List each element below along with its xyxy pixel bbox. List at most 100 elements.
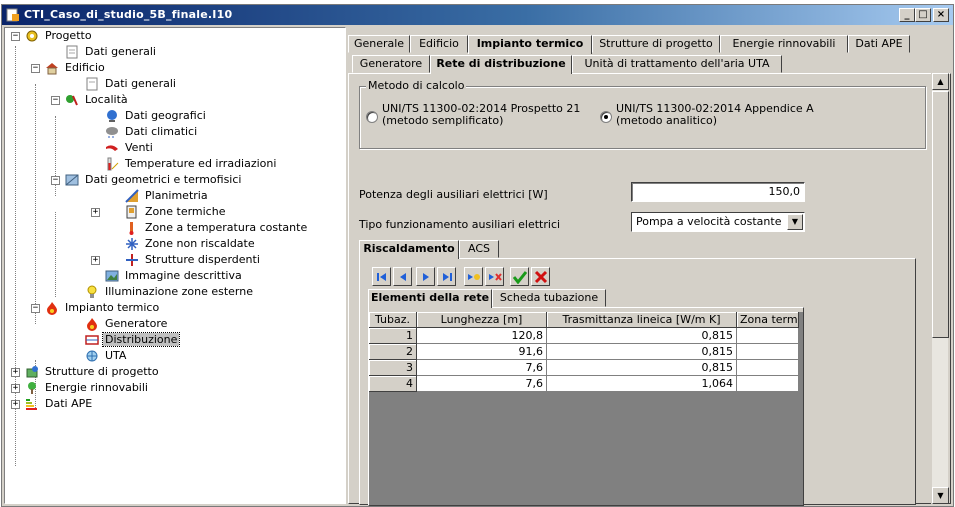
tipo-select-value: Pompa a velocità costante <box>636 215 782 228</box>
table-cell-trasmittanza[interactable]: 1,064 <box>547 376 737 392</box>
radio-metodo-analitico[interactable] <box>600 111 612 123</box>
tree-line <box>35 84 36 324</box>
renewable-icon <box>28 382 36 394</box>
table-cell-lunghezza[interactable]: 120,8 <box>417 328 547 344</box>
metodo-calcolo-legend: Metodo di calcolo <box>366 79 467 92</box>
collapse-toggle[interactable]: − <box>11 32 20 41</box>
table-cell-trasmittanza[interactable]: 0,815 <box>547 360 737 376</box>
client-area: − Progetto Dati generali − Edificio Dati… <box>2 25 953 506</box>
table-cell-trasmittanza[interactable]: 0,815 <box>547 344 737 360</box>
collapse-toggle[interactable]: − <box>31 304 40 313</box>
expand-toggle[interactable]: + <box>11 384 20 393</box>
snowflake-icon <box>126 238 138 250</box>
table-cell-lunghezza[interactable]: 7,6 <box>417 376 547 392</box>
minimize-button[interactable]: _ <box>899 8 915 22</box>
tab-dati-ape[interactable]: Dati APE <box>848 35 910 53</box>
planimetry-icon <box>125 189 139 203</box>
thermometer-icon <box>107 157 119 171</box>
checkmark-icon <box>513 271 527 284</box>
delete-record-button[interactable] <box>485 267 504 286</box>
fire-icon <box>47 302 57 315</box>
cross-icon <box>534 270 548 284</box>
radio-metodo-analitico-note: (metodo analitico) <box>616 114 718 127</box>
fan-icon <box>86 350 98 362</box>
table-row-index[interactable]: 2 <box>369 344 417 360</box>
radio-metodo-semplificato-note: (metodo semplificato) <box>382 114 504 127</box>
globe-icon <box>107 110 117 122</box>
first-icon <box>377 273 386 281</box>
expand-toggle[interactable]: + <box>11 368 20 377</box>
table-cell-zona[interactable] <box>737 376 799 392</box>
climate-icon <box>106 127 118 138</box>
tab-impianto-termico[interactable]: Impianto termico <box>468 35 592 54</box>
tipo-label: Tipo funzionamento ausiliari elettrici <box>359 218 561 231</box>
project-tree[interactable]: − Progetto Dati generali − Edificio Dati… <box>4 27 346 504</box>
wind-icon <box>106 145 118 151</box>
close-button[interactable]: × <box>933 8 949 22</box>
cancel-button[interactable] <box>531 267 550 286</box>
table-cell-lunghezza[interactable]: 7,6 <box>417 360 547 376</box>
expand-toggle[interactable]: + <box>11 400 20 409</box>
collapse-toggle[interactable]: − <box>51 176 60 185</box>
last-record-button[interactable] <box>437 267 456 286</box>
tab-rete-distribuzione[interactable]: Rete di distribuzione <box>430 55 572 74</box>
expand-toggle[interactable]: + <box>91 208 100 217</box>
structure-icon <box>26 366 38 378</box>
table-cell-lunghezza[interactable]: 91,6 <box>417 344 547 360</box>
first-record-button[interactable] <box>372 267 391 286</box>
title-bar[interactable]: CTI_Caso_di_studio_5B_finale.I10 _ □ × <box>2 5 953 25</box>
app-icon <box>6 8 19 22</box>
pipes-grid[interactable]: Tubaz. Lunghezza [m] Trasmittanza lineic… <box>369 312 803 505</box>
tab-uta[interactable]: Unità di trattamento dell'aria UTA <box>572 55 782 73</box>
prev-record-button[interactable] <box>393 267 412 286</box>
tab-scheda-tubazione[interactable]: Scheda tubazione <box>492 289 606 307</box>
tab-strutture-progetto[interactable]: Strutture di progetto <box>592 35 720 53</box>
maximize-button[interactable]: □ <box>915 8 931 22</box>
tab-generale[interactable]: Generale <box>348 35 410 53</box>
scroll-thumb[interactable] <box>932 91 949 338</box>
table-row-index[interactable]: 3 <box>369 360 417 376</box>
tab-edificio[interactable]: Edificio <box>410 35 468 53</box>
table-row-index[interactable]: 4 <box>369 376 417 392</box>
table-cell-trasmittanza[interactable]: 0,815 <box>547 328 737 344</box>
table-cell-zona[interactable] <box>737 344 799 360</box>
tipo-select[interactable]: Pompa a velocità costante ▼ <box>631 212 805 232</box>
collapse-toggle[interactable]: − <box>51 96 60 105</box>
potenza-input[interactable]: 150,0 <box>631 182 805 202</box>
grid-header-zona[interactable]: Zona term. <box>737 312 799 328</box>
collapse-toggle[interactable]: − <box>31 64 40 73</box>
tab-acs[interactable]: ACS <box>459 240 499 258</box>
sub-tab-bar: Generatore Rete di distribuzione Unità d… <box>348 55 951 74</box>
grid-header-lunghezza[interactable]: Lunghezza [m] <box>417 312 547 328</box>
table-cell-zona[interactable] <box>737 328 799 344</box>
scroll-up-icon[interactable]: ▲ <box>932 73 949 90</box>
confirm-button[interactable] <box>510 267 529 286</box>
expand-toggle[interactable]: + <box>91 256 100 265</box>
table-cell-zona[interactable] <box>737 360 799 376</box>
geometry-icon <box>65 174 79 186</box>
grid-header-trasmittanza[interactable]: Trasmittanza lineica [W/m K] <box>547 312 737 328</box>
radio-metodo-analitico-label: UNI/TS 11300-02:2014 Appendice A (metodo… <box>616 103 814 127</box>
potenza-label: Potenza degli ausiliari elettrici [W] <box>359 188 548 201</box>
tab-riscaldamento[interactable]: Riscaldamento <box>359 240 459 259</box>
next-record-button[interactable] <box>416 267 435 286</box>
insert-record-button[interactable] <box>464 267 483 286</box>
document-icon <box>66 45 78 59</box>
radio-metodo-semplificato[interactable] <box>366 111 378 123</box>
house-icon <box>46 63 58 75</box>
tree-line <box>55 212 56 297</box>
tab-energie-rinnovabili[interactable]: Energie rinnovabili <box>720 35 848 53</box>
tab-generatore[interactable]: Generatore <box>352 55 430 73</box>
structure-icon <box>126 254 138 266</box>
vertical-scrollbar[interactable]: ▲ ▼ <box>931 73 949 504</box>
distribution-icon <box>85 335 99 345</box>
grid-header-tubaz[interactable]: Tubaz. <box>369 312 417 328</box>
zone-constant-icon <box>129 222 134 235</box>
chevron-down-icon[interactable]: ▼ <box>787 214 803 230</box>
scroll-down-icon[interactable]: ▼ <box>932 487 949 504</box>
table-row-index[interactable]: 1 <box>369 328 417 344</box>
tab-elementi-rete[interactable]: Elementi della rete <box>368 289 492 308</box>
delete-icon <box>489 273 502 281</box>
document-icon <box>86 77 98 91</box>
main-tab-bar: Generale Edificio Impianto termico Strut… <box>348 35 951 54</box>
